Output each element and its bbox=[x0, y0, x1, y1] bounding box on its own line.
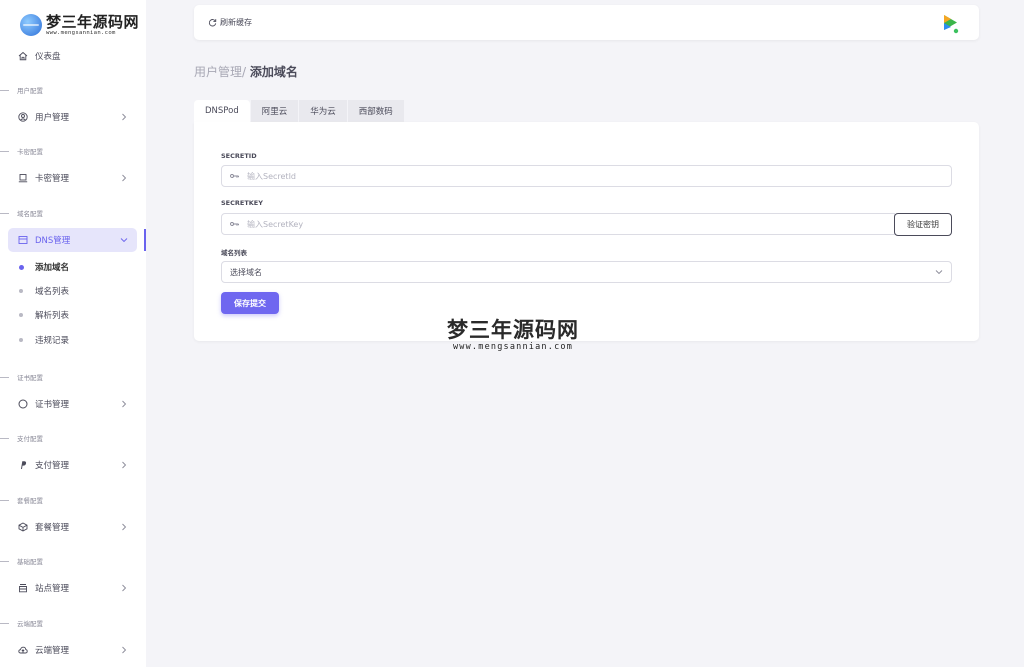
sidebar: 梦三年源码网 www.mengsannian.com 仪表盘 用户配置 用户管理… bbox=[0, 0, 146, 667]
section-label-domain: 域名配置 bbox=[0, 208, 43, 218]
secretkey-placeholder: 输入SecretKey bbox=[247, 219, 304, 229]
tab-dnspod[interactable]: DNSPod bbox=[194, 100, 250, 122]
save-submit-button[interactable]: 保存提交 bbox=[221, 292, 279, 314]
provider-tabs: DNSPod 阿里云 华为云 西部数码 bbox=[194, 100, 405, 122]
chevron-right-icon bbox=[119, 645, 129, 655]
active-indicator bbox=[144, 229, 146, 251]
tab-westdigital[interactable]: 西部数码 bbox=[347, 100, 404, 122]
form-card: SECRETID 输入SecretId SECRETKEY 输入SecretKe… bbox=[194, 122, 979, 341]
logo-subtitle: www.mengsannian.com bbox=[46, 29, 116, 36]
section-label-card: 卡密配置 bbox=[0, 146, 43, 156]
sidebar-item-sites[interactable]: 站点管理 bbox=[8, 576, 137, 600]
section-label-cloud: 云端配置 bbox=[0, 618, 43, 628]
tab-huaweicloud[interactable]: 华为云 bbox=[299, 100, 347, 122]
sidebar-subitem-resolve-list[interactable]: 解析列表 bbox=[19, 308, 69, 322]
key-icon bbox=[230, 221, 239, 227]
chevron-down-icon bbox=[935, 268, 943, 278]
section-label-plan: 套餐配置 bbox=[0, 495, 43, 505]
sidebar-item-label: 卡密管理 bbox=[35, 174, 70, 184]
sidebar-subitem-add-domain[interactable]: 添加域名 bbox=[19, 260, 69, 274]
section-label-user: 用户配置 bbox=[0, 85, 43, 95]
sidebar-item-cards[interactable]: 卡密管理 bbox=[8, 166, 137, 190]
home-icon bbox=[18, 51, 28, 61]
domain-select[interactable]: 选择域名 bbox=[221, 261, 952, 283]
watermark: 梦三年源码网 www.mengsannian.com bbox=[435, 318, 591, 353]
sidebar-item-label: 站点管理 bbox=[35, 584, 70, 594]
paypal-icon bbox=[18, 460, 28, 470]
chevron-down-icon bbox=[119, 235, 129, 245]
bullet-icon bbox=[19, 313, 23, 317]
globe-logo-icon bbox=[20, 14, 42, 36]
sidebar-item-dns[interactable]: DNS管理 bbox=[8, 228, 137, 252]
avatar[interactable] bbox=[940, 12, 960, 34]
sidebar-item-dashboard[interactable]: 仪表盘 bbox=[8, 44, 137, 68]
top-bar: 刷新缓存 bbox=[194, 5, 979, 40]
breadcrumb: 用户管理/ 添加域名 bbox=[194, 63, 298, 80]
refresh-icon bbox=[208, 19, 217, 27]
sidebar-item-plans[interactable]: 套餐管理 bbox=[8, 515, 137, 539]
sidebar-item-label: 用户管理 bbox=[35, 113, 70, 123]
laptop-icon bbox=[18, 173, 28, 183]
sidebar-item-label: DNS管理 bbox=[35, 236, 71, 246]
secretid-input[interactable]: 输入SecretId bbox=[221, 165, 952, 187]
breadcrumb-parent[interactable]: 用户管理/ bbox=[194, 65, 246, 79]
section-label-pay: 支付配置 bbox=[0, 433, 43, 443]
sidebar-item-payments[interactable]: 支付管理 bbox=[8, 453, 137, 477]
refresh-cache-button[interactable]: 刷新缓存 bbox=[208, 17, 252, 28]
sidebar-item-label: 仪表盘 bbox=[35, 52, 61, 62]
storefront-icon bbox=[18, 583, 28, 593]
domain-list-label: 域名列表 bbox=[221, 249, 247, 257]
chevron-right-icon bbox=[119, 112, 129, 122]
section-label-cert: 证书配置 bbox=[0, 372, 43, 382]
sidebar-subitem-domain-list[interactable]: 域名列表 bbox=[19, 284, 69, 298]
key-icon bbox=[230, 173, 239, 179]
section-label-basic: 基础配置 bbox=[0, 556, 43, 566]
sidebar-item-label: 套餐管理 bbox=[35, 523, 70, 533]
package-icon bbox=[18, 522, 28, 532]
circle-icon bbox=[18, 399, 28, 409]
tab-aliyun[interactable]: 阿里云 bbox=[250, 100, 299, 122]
chevron-right-icon bbox=[119, 460, 129, 470]
bullet-icon bbox=[19, 264, 24, 270]
page-title: 添加域名 bbox=[249, 65, 298, 79]
sidebar-item-users[interactable]: 用户管理 bbox=[8, 105, 137, 129]
sidebar-subitem-violations[interactable]: 违规记录 bbox=[19, 333, 69, 347]
user-circle-icon bbox=[18, 112, 28, 122]
sidebar-item-label: 支付管理 bbox=[35, 461, 70, 471]
sidebar-item-label: 云端管理 bbox=[35, 646, 70, 656]
domain-select-value: 选择域名 bbox=[230, 267, 262, 277]
watermark-url: www.mengsannian.com bbox=[452, 342, 574, 352]
watermark-title: 梦三年源码网 bbox=[447, 317, 579, 342]
video-player-avatar-icon bbox=[944, 15, 959, 34]
sidebar-item-certs[interactable]: 证书管理 bbox=[8, 392, 137, 416]
sidebar-item-label: 证书管理 bbox=[35, 400, 70, 410]
chevron-right-icon bbox=[119, 399, 129, 409]
secretid-label: SECRETID bbox=[221, 152, 257, 160]
bullet-icon bbox=[19, 338, 23, 342]
logo[interactable]: 梦三年源码网 www.mengsannian.com bbox=[0, 0, 146, 40]
chevron-right-icon bbox=[119, 583, 129, 593]
secretid-placeholder: 输入SecretId bbox=[247, 171, 297, 181]
sidebar-item-cloud[interactable]: 云端管理 bbox=[8, 638, 137, 662]
logo-title: 梦三年源码网 bbox=[46, 12, 140, 31]
secretkey-input[interactable]: 输入SecretKey bbox=[221, 213, 895, 235]
verify-key-button[interactable]: 验证密钥 bbox=[894, 213, 952, 236]
secretkey-label: SECRETKEY bbox=[221, 199, 263, 207]
window-icon bbox=[18, 235, 28, 245]
chevron-right-icon bbox=[119, 173, 129, 183]
bullet-icon bbox=[19, 289, 23, 293]
chevron-right-icon bbox=[119, 522, 129, 532]
cloud-upload-icon bbox=[18, 645, 28, 655]
